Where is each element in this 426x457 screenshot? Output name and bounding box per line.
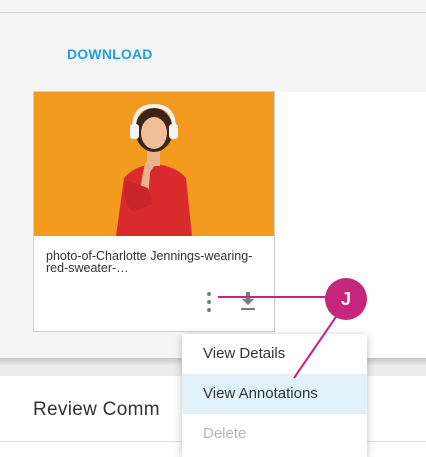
asset-file-name: photo-of-Charlotte Jennings-wearing-red-…: [46, 249, 253, 275]
divider: [0, 12, 426, 13]
menu-item-view-details[interactable]: View Details: [182, 334, 367, 374]
context-menu: View Details View Annotations Delete: [182, 334, 367, 457]
menu-item-delete: Delete: [203, 425, 247, 442]
asset-thumbnail[interactable]: [34, 92, 274, 236]
review-comments-heading: Review Comm: [33, 399, 160, 420]
menu-item-view-annotations[interactable]: View Annotations: [182, 374, 367, 414]
callout-badge: J: [325, 278, 367, 320]
content-area: [276, 92, 426, 360]
download-icon[interactable]: [238, 290, 258, 312]
more-options-icon[interactable]: [202, 291, 216, 313]
asset-card: photo-of-Charlotte Jennings-wearing-red-…: [33, 91, 275, 332]
download-button[interactable]: DOWNLOAD: [67, 46, 153, 62]
